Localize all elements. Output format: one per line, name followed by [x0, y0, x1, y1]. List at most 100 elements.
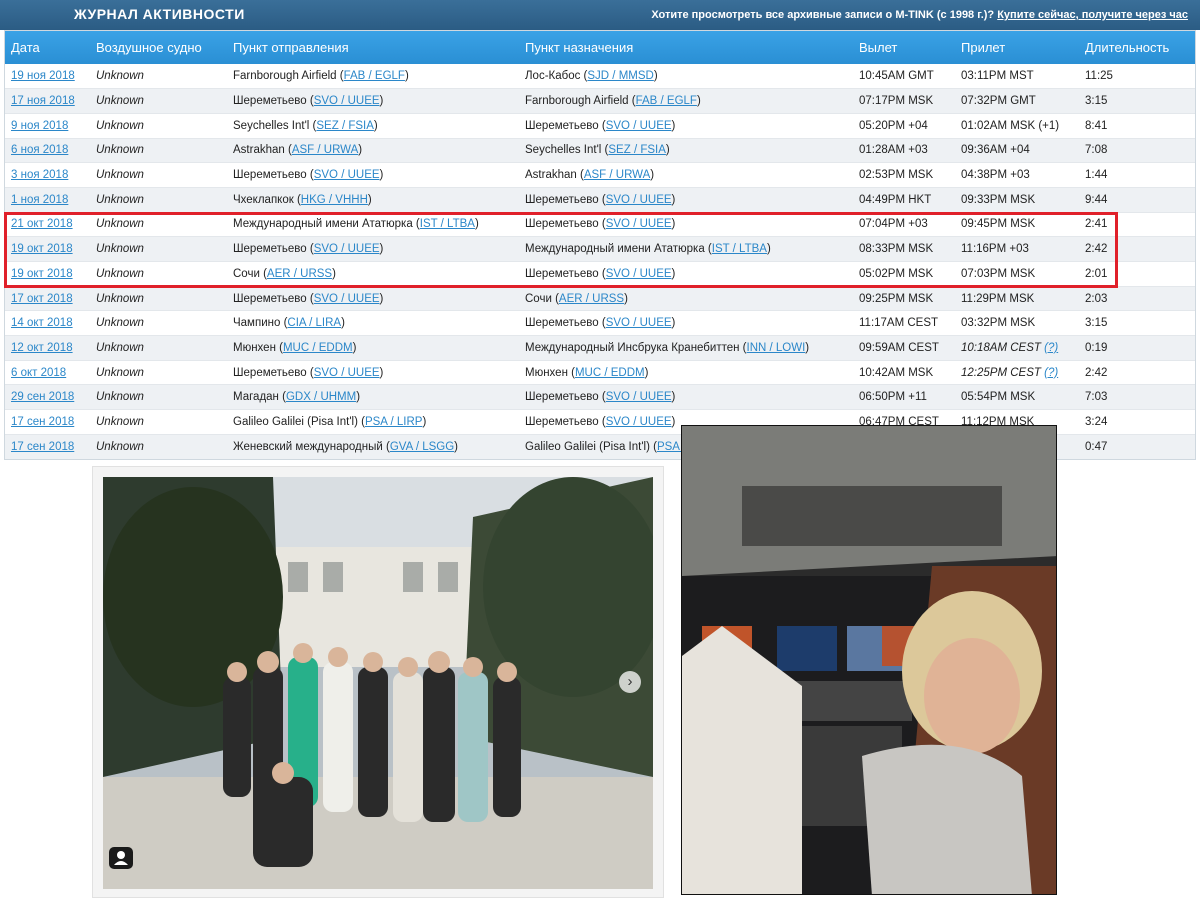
destination-cell: Шереметьево (SVO / UUEE): [519, 113, 853, 139]
destination-code-link[interactable]: SVO / UUEE: [606, 416, 672, 428]
origin-code-link[interactable]: SVO / UUEE: [314, 367, 380, 379]
arrival-time: 10:18AM CEST: [961, 341, 1041, 354]
departure-cell: 10:42AM MSK: [853, 360, 955, 386]
flight-date: 9 ноя 2018: [5, 113, 90, 139]
arrival-time: 09:36AM +04: [961, 144, 1030, 157]
origin-code-link[interactable]: SVO / UUEE: [314, 243, 380, 255]
origin-code-link[interactable]: FAB / EGLF: [344, 70, 405, 82]
flight-date-link[interactable]: 6 ноя 2018: [11, 144, 68, 156]
aircraft-cell: Unknown: [90, 434, 227, 459]
activity-log-header: ЖУРНАЛ АКТИВНОСТИ Хотите просмотреть все…: [0, 0, 1200, 30]
flight-date: 1 ноя 2018: [5, 187, 90, 213]
aircraft-cell: Unknown: [90, 261, 227, 287]
table-row: 19 окт 2018 Unknown Сочи (AER / URSS) Шерем…: [5, 261, 1195, 287]
flight-date-link[interactable]: 9 ноя 2018: [11, 120, 68, 132]
origin-code-link[interactable]: IST / LTBA: [420, 218, 475, 230]
flight-date: 17 окт 2018: [5, 286, 90, 312]
origin-code-link[interactable]: SEZ / FSIA: [316, 120, 374, 132]
flight-date-link[interactable]: 1 ноя 2018: [11, 194, 68, 206]
flight-date-link[interactable]: 17 сен 2018: [11, 416, 74, 428]
destination-code-link[interactable]: IST / LTBA: [712, 243, 767, 255]
flight-date-link[interactable]: 6 окт 2018: [11, 367, 66, 379]
flight-date: 3 ноя 2018: [5, 162, 90, 188]
flight-date-link[interactable]: 19 окт 2018: [11, 268, 73, 280]
col-date[interactable]: Дата: [5, 31, 90, 64]
destination-code-link[interactable]: SVO / UUEE: [606, 218, 672, 230]
flight-date-link[interactable]: 19 окт 2018: [11, 243, 73, 255]
origin-code-link[interactable]: ASF / URWA: [292, 144, 358, 156]
col-departure[interactable]: Вылет: [853, 31, 955, 64]
col-arrival[interactable]: Прилет: [955, 31, 1079, 64]
buy-now-link[interactable]: Купите сейчас, получите через час: [997, 9, 1188, 21]
destination-code-link[interactable]: SJD / MMSD: [587, 70, 653, 82]
destination-name: Лос-Кабос: [525, 70, 581, 83]
destination-code-link[interactable]: SEZ / FSIA: [608, 144, 666, 156]
arrival-time: 07:03PM MSK: [961, 267, 1036, 280]
flight-date-link[interactable]: 21 окт 2018: [11, 218, 73, 230]
destination-code-link[interactable]: SVO / UUEE: [606, 120, 672, 132]
col-duration[interactable]: Длительность: [1079, 31, 1195, 64]
destination-cell: Farnborough Airfield (FAB / EGLF): [519, 88, 853, 114]
flight-date-link[interactable]: 3 ноя 2018: [11, 169, 68, 181]
destination-code-link[interactable]: AER / URSS: [559, 293, 624, 305]
destination-cell: Международный имени Ататюрка (IST / LTBA…: [519, 236, 853, 262]
origin-code-link[interactable]: CIA / LIRA: [287, 317, 341, 329]
arrival-cell: 01:02AM MSK (+1): [955, 113, 1079, 139]
destination-code-link[interactable]: INN / LOWI: [747, 342, 806, 354]
duration-cell: 2:42: [1079, 360, 1195, 386]
table-row: 12 окт 2018 Unknown Мюнхен (MUC / EDDM) Меж…: [5, 335, 1195, 361]
departure-cell: 07:04PM +03: [853, 212, 955, 238]
origin-code-link[interactable]: MUC / EDDM: [283, 342, 353, 354]
chevron-right-icon[interactable]: ›: [619, 671, 641, 693]
table-row: 1 ноя 2018 Unknown Чхеклапкок (HKG / VHHH)…: [5, 187, 1195, 213]
departure-cell: 10:45AM GMT: [853, 64, 955, 90]
flight-date-link[interactable]: 12 окт 2018: [11, 342, 73, 354]
duration-cell: 8:41: [1079, 113, 1195, 139]
origin-code-link[interactable]: PSA / LIRP: [365, 416, 423, 428]
col-destination[interactable]: Пункт назначения: [519, 31, 853, 64]
origin-cell: Farnborough Airfield (FAB / EGLF): [227, 64, 519, 90]
destination-code-link[interactable]: MUC / EDDM: [575, 367, 645, 379]
flight-date-link[interactable]: 19 ноя 2018: [11, 70, 75, 82]
flight-date: 17 ноя 2018: [5, 88, 90, 114]
origin-name: Шереметьево: [233, 95, 307, 108]
col-origin[interactable]: Пункт отправления: [227, 31, 519, 64]
origin-code-link[interactable]: GDX / UHMM: [286, 391, 356, 403]
aircraft-cell: Unknown: [90, 113, 227, 139]
origin-cell: Шереметьево (SVO / UUEE): [227, 88, 519, 114]
origin-code-link[interactable]: SVO / UUEE: [314, 293, 380, 305]
col-aircraft[interactable]: Воздушное судно: [90, 31, 227, 64]
origin-code-link[interactable]: GVA / LSGG: [390, 441, 454, 453]
destination-name: Farnborough Airfield: [525, 95, 629, 108]
flight-date-link[interactable]: 17 сен 2018: [11, 441, 74, 453]
flight-date-link[interactable]: 17 окт 2018: [11, 293, 73, 305]
origin-code-link[interactable]: HKG / VHHH: [301, 194, 368, 206]
origin-name: Farnborough Airfield: [233, 70, 337, 83]
destination-cell: Лос-Кабос (SJD / MMSD): [519, 64, 853, 90]
estimate-help-link[interactable]: (?): [1044, 342, 1058, 354]
destination-cell: Astrakhan (ASF / URWA): [519, 162, 853, 188]
destination-code-link[interactable]: SVO / UUEE: [606, 317, 672, 329]
person-tag-icon[interactable]: [109, 847, 133, 869]
destination-name: Международный Инсбрука Кранебиттен: [525, 341, 740, 354]
destination-code-link[interactable]: SVO / UUEE: [606, 391, 672, 403]
flight-date-link[interactable]: 29 сен 2018: [11, 391, 74, 403]
flight-date-link[interactable]: 17 ноя 2018: [11, 95, 75, 107]
table-row: 9 ноя 2018 Unknown Seychelles Int'l (SEZ /…: [5, 113, 1195, 139]
origin-code-link[interactable]: AER / URSS: [267, 268, 332, 280]
destination-code-link[interactable]: ASF / URWA: [584, 169, 650, 181]
destination-name: Мюнхен: [525, 366, 568, 379]
destination-code-link[interactable]: FAB / EGLF: [636, 95, 697, 107]
destination-code-link[interactable]: SVO / UUEE: [606, 194, 672, 206]
estimate-help-link[interactable]: (?): [1044, 367, 1058, 379]
destination-name: Шереметьево: [525, 317, 599, 330]
destination-code-link[interactable]: SVO / UUEE: [606, 268, 672, 280]
duration-cell: 2:42: [1079, 236, 1195, 262]
duration-cell: 7:08: [1079, 138, 1195, 164]
arrival-cell: 03:32PM MSK: [955, 310, 1079, 337]
flight-date-link[interactable]: 14 окт 2018: [11, 317, 73, 329]
origin-code-link[interactable]: SVO / UUEE: [314, 169, 380, 181]
table-row: 6 окт 2018 Unknown Шереметьево (SVO / UUEE…: [5, 360, 1195, 386]
origin-code-link[interactable]: SVO / UUEE: [314, 95, 380, 107]
duration-cell: 0:47: [1079, 434, 1195, 459]
